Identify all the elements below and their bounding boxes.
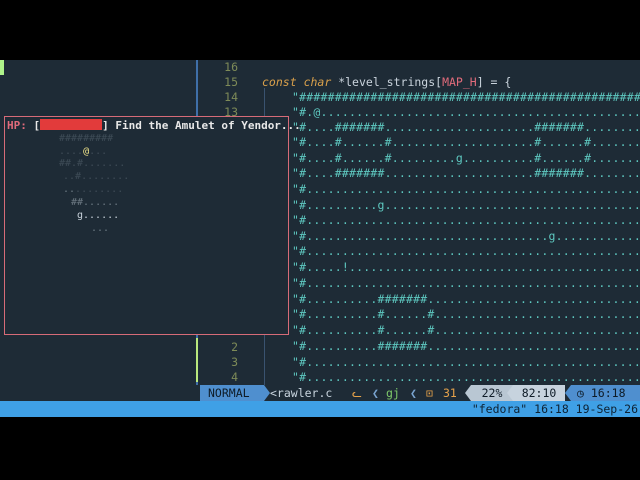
line-number: 4	[231, 370, 238, 384]
game-map-row: ..........	[63, 184, 124, 195]
line-number: 3	[231, 355, 238, 369]
game-map-row: g......	[77, 210, 120, 221]
code-string-line[interactable]: "#..........g...........................…	[292, 198, 640, 213]
keyword-char: char	[303, 75, 332, 89]
cat-icon: ᓚ	[352, 386, 362, 400]
game-popup-window[interactable]: HP: [] Find the Amulet of Yendor... ####…	[4, 116, 301, 335]
code-string-line[interactable]: "#..........#......#....................…	[292, 323, 640, 338]
hp-bar	[40, 119, 103, 130]
code-string-line[interactable]: "#......................................…	[292, 276, 640, 291]
cursor-position: 82:10	[513, 385, 565, 401]
hp-status-row: HP: [] Find the Amulet of Yendor...	[7, 119, 301, 132]
line-number: 2	[231, 340, 238, 354]
tmux-status-bar: "fedora" 16:18 19-Sep-26	[0, 401, 640, 417]
pane-cursor	[0, 60, 4, 75]
vim-statusline: NORMAL <rawler.c ᓚ ❮ gj ❮ ⊡ 31 22% 82:10…	[0, 385, 640, 401]
code-string-line[interactable]: "#......................................…	[292, 213, 640, 228]
separator-icon: ❮	[372, 386, 379, 400]
code-string-line[interactable]: "#..........#######.....................…	[292, 339, 640, 354]
mode-indicator: NORMAL	[200, 385, 264, 401]
identifier: *level_strings	[338, 75, 436, 89]
code-string-line[interactable]: "#..................................g...…	[292, 229, 640, 244]
game-map-row: ..#........	[63, 171, 130, 182]
clock-icon: ◷	[577, 386, 584, 400]
declaration-tail: ] = {	[476, 75, 512, 89]
code-declaration[interactable]: const char *level_strings[MAP_H] = {	[262, 75, 511, 90]
macro-constant: MAP_H	[442, 75, 477, 89]
code-string-line[interactable]: "#....#######.....................######…	[292, 120, 640, 135]
code-string-line[interactable]: "#......................................…	[292, 370, 640, 385]
game-map-row: ....@...	[59, 146, 108, 157]
code-string-line[interactable]: "#......................................…	[292, 355, 640, 370]
keyword-const: const	[262, 75, 297, 89]
code-string-line[interactable]: "#....#......#....................#.....…	[292, 135, 640, 150]
terminal-screen: 16 15 14 13 2 3 4 const char *level_stri…	[0, 60, 640, 417]
code-string-line[interactable]: "#.....!................................…	[292, 260, 640, 275]
code-string-line[interactable]: "#######################################…	[292, 90, 640, 105]
game-map-row: ...	[91, 223, 110, 234]
tmux-host-time: "fedora" 16:18 19-Sep-26	[471, 402, 638, 416]
game-map-row: ##.#.......	[59, 158, 126, 169]
code-string-line[interactable]: "#..........#......#....................…	[292, 307, 640, 322]
diagnostic-count: 31	[443, 386, 457, 400]
line-number: 14	[224, 90, 238, 104]
file-name[interactable]: <rawler.c	[270, 385, 332, 401]
code-string-line[interactable]: "#....#......#.........g..........#.....…	[292, 151, 640, 166]
code-string-line[interactable]: "#.@....................................…	[292, 105, 640, 120]
separator-icon: ❮	[410, 386, 417, 400]
code-string-line[interactable]: "#..........#######.....................…	[292, 292, 640, 307]
code-string-line[interactable]: "#......................................…	[292, 244, 640, 259]
pane-divider-active	[196, 338, 198, 382]
clock-time: 16:18	[590, 386, 626, 400]
line-number: 16	[224, 60, 238, 74]
hp-label: HP:	[7, 119, 27, 132]
game-map-row: ##......	[71, 197, 120, 208]
package-icon: ⊡	[426, 386, 433, 400]
git-branch: gj	[386, 386, 400, 400]
code-string-line[interactable]: "#......................................…	[292, 182, 640, 197]
game-map-row: #########	[59, 133, 114, 144]
line-number: 15	[224, 75, 238, 89]
clock-segment: ◷ 16:18	[571, 385, 640, 401]
code-string-line[interactable]: "#....#######.....................######…	[292, 166, 640, 181]
game-message: ] Find the Amulet of Yendor...	[102, 119, 301, 132]
